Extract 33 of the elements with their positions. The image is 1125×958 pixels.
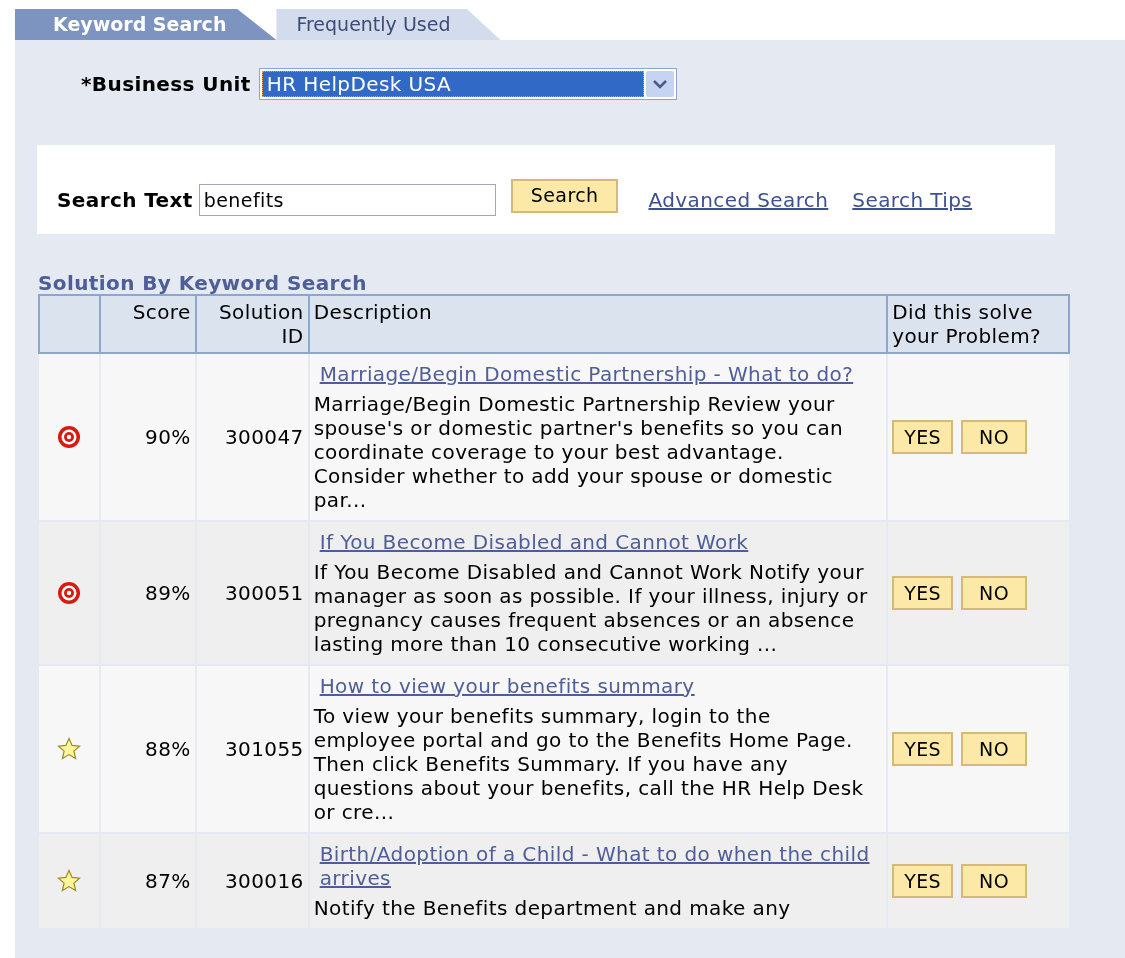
solution-link[interactable]: How to view your benefits summary: [319, 674, 883, 698]
target-icon: [56, 581, 81, 605]
feedback-button[interactable]: NO: [961, 732, 1027, 766]
solution-description: Notify the Benefits department and make any: [313, 896, 792, 920]
feedback-button[interactable]: YES: [892, 420, 953, 454]
tab[interactable]: Frequently Used: [276, 9, 501, 40]
score-cell: 87%: [99, 833, 196, 929]
feedback-button[interactable]: NO: [961, 864, 1027, 898]
feedback-button[interactable]: NO: [961, 576, 1027, 610]
feedback-button[interactable]: YES: [892, 732, 953, 766]
search-field[interactable]: benefits: [198, 183, 496, 216]
chevron-down-icon: [645, 71, 674, 97]
solution-link[interactable]: Birth/Adoption of a Child - What to do when the child arrives: [319, 842, 883, 890]
search-link[interactable]: Advanced Search: [648, 184, 829, 215]
search-button[interactable]: Search: [510, 178, 619, 213]
solution-description: To view your benefits summary, login to the employee portal and go to the Benefits Home Page. Then click Benefits Summary. If you have any questions about your benefits, call the HR Help Desk or cre...: [313, 704, 865, 824]
column-header: Description: [308, 295, 888, 353]
search-link[interactable]: Search Tips: [852, 184, 973, 215]
feedback-button[interactable]: YES: [892, 864, 953, 898]
solution-link[interactable]: If You Become Disabled and Cannot Work: [319, 530, 883, 554]
solution-description: If You Become Disabled and Cannot Work Notify your manager as soon as possible. If your illness, injury or pregnancy causes frequent absences or an absence lasting more than 10 consecutive working ...: [313, 560, 869, 656]
solution-link[interactable]: Marriage/Begin Domestic Partnership - What to do?: [319, 362, 883, 386]
solution-description: Marriage/Begin Domestic Partnership Review your spouse's or domestic partner's benefits so you can coordinate coverage to your best advantage. Consider whether to add your spouse or domestic par...: [313, 392, 845, 512]
feedback-button[interactable]: YES: [892, 576, 953, 610]
results-title: Solution By Keyword Search: [38, 272, 368, 294]
feedback-button[interactable]: NO: [961, 420, 1027, 454]
search-text-label: Search Text: [57, 186, 193, 214]
target-icon: [56, 425, 81, 449]
business-unit-dropdown[interactable]: HR HelpDesk USA: [258, 68, 677, 100]
solution-id-cell: 300016: [195, 833, 309, 929]
business-unit-label: *Business Unit: [81, 71, 251, 98]
star-icon: [56, 737, 81, 761]
star-icon: [56, 869, 81, 893]
